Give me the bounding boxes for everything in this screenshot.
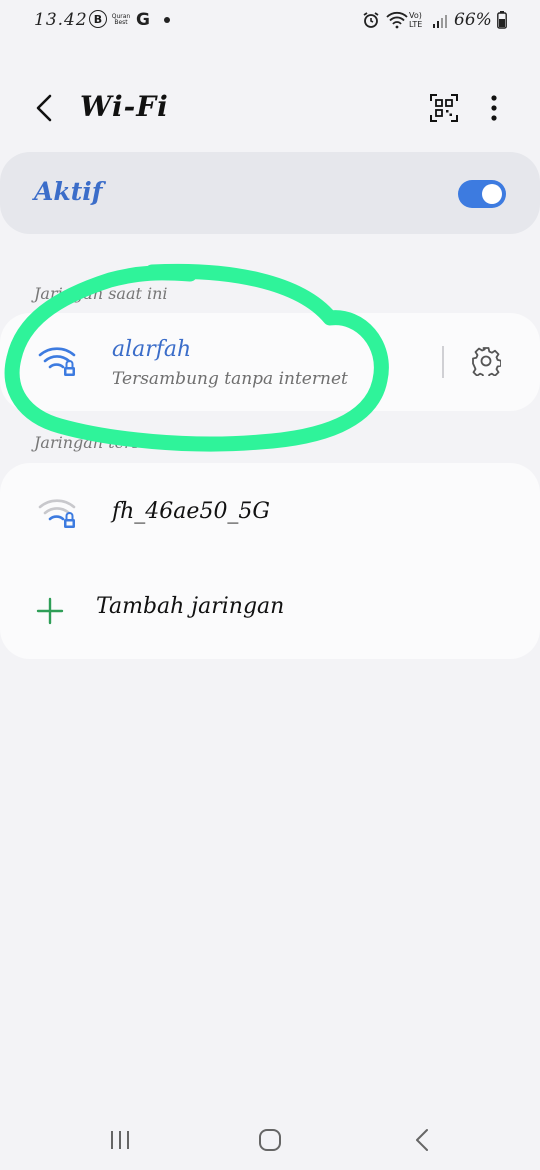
back-chevron-icon — [36, 94, 52, 122]
nav-back-button[interactable] — [392, 1120, 452, 1160]
add-network-button[interactable]: Tambah jaringan — [0, 567, 540, 657]
current-network-card: alarfah Tersambung tanpa internet — [0, 313, 540, 411]
qr-code-button[interactable] — [426, 90, 462, 126]
notification-dot-icon — [164, 17, 170, 23]
network-settings-button[interactable] — [466, 341, 506, 381]
vertical-divider — [442, 346, 444, 378]
signal-icon — [433, 15, 447, 28]
current-network-header: Jaringan saat ini — [34, 284, 168, 303]
page-title: Wi-Fi — [80, 90, 169, 123]
app-bar: Wi-Fi — [0, 70, 540, 146]
current-network-status: Tersambung tanpa internet — [112, 369, 348, 389]
nav-back-icon — [416, 1129, 428, 1151]
status-bar: 13.42 B Quran Best G Vo) LTE 66% — [0, 0, 540, 44]
available-networks-card: fh_46ae50_5G Tambah jaringan — [0, 463, 540, 659]
wifi-lock-weak-icon — [38, 499, 76, 528]
plus-icon — [36, 597, 64, 625]
home-button[interactable] — [240, 1120, 300, 1160]
wifi-switch[interactable] — [458, 180, 506, 208]
current-network-item[interactable]: alarfah Tersambung tanpa internet — [0, 313, 440, 411]
available-networks-header: Jaringan tersedia — [34, 433, 175, 452]
system-navigation-bar — [0, 1110, 540, 1170]
back-button[interactable] — [24, 88, 64, 128]
current-network-name: alarfah — [112, 337, 192, 362]
google-icon: G — [136, 10, 150, 30]
alarm-icon — [363, 12, 379, 28]
quran-best-line2: Best — [114, 19, 128, 26]
available-network-item[interactable]: fh_46ae50_5G — [0, 463, 540, 563]
b-notification-icon: B — [89, 10, 107, 28]
add-network-label: Tambah jaringan — [96, 594, 285, 619]
recent-apps-icon — [111, 1131, 129, 1149]
qr-code-icon — [430, 94, 458, 122]
status-time: 13.42 — [34, 10, 88, 30]
more-vert-icon — [491, 95, 497, 121]
battery-icon — [497, 11, 507, 29]
more-options-button[interactable] — [480, 90, 508, 126]
wifi-switch-knob — [482, 184, 502, 204]
wifi-lock-icon — [38, 347, 76, 376]
recent-apps-button[interactable] — [90, 1120, 150, 1160]
available-network-name: fh_46ae50_5G — [112, 499, 271, 524]
battery-percent: 66% — [454, 10, 492, 30]
home-icon — [259, 1129, 281, 1151]
volte-label: Vo) LTE — [409, 11, 423, 29]
quran-best-icon: Quran Best — [110, 10, 132, 30]
wifi-toggle-label: Aktif — [34, 177, 103, 206]
status-wifi-icon — [386, 11, 408, 29]
gear-icon — [472, 347, 501, 376]
